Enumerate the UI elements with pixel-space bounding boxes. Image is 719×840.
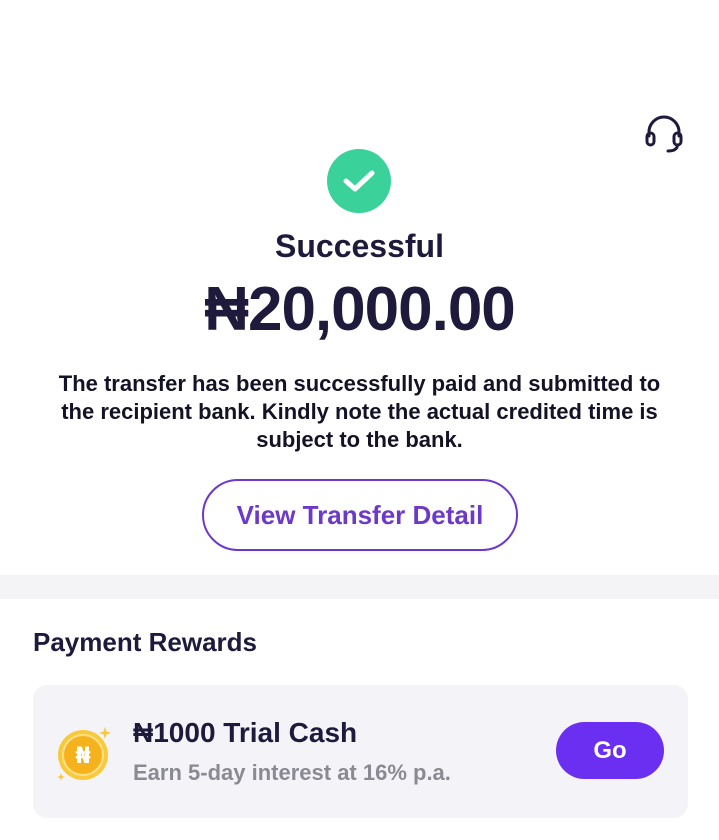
payment-rewards-heading: Payment Rewards [33,627,257,657]
checkmark-icon [343,170,375,192]
view-transfer-detail-button[interactable]: View Transfer Detail [202,479,518,551]
headset-icon [645,115,683,153]
status-message: The transfer has been successfully paid … [58,371,661,452]
reward-card[interactable]: ₦ ₦1000 Trial Cash Earn 5-day interest a… [33,685,688,818]
check-circle-icon [327,149,391,213]
naira-coin-icon: ₦ [57,727,111,781]
section-divider [0,575,719,599]
status-title: Successful [275,228,444,264]
customer-support-button[interactable] [644,112,684,154]
transfer-success-screen: Successful ₦20,000.00 The transfer has b… [0,0,719,840]
transfer-amount: ₦20,000.00 [204,275,516,344]
go-button[interactable]: Go [556,722,664,779]
coin-symbol: ₦ [75,744,90,769]
reward-subtitle: Earn 5-day interest at 16% p.a. [133,760,451,785]
reward-title: ₦1000 Trial Cash [133,717,358,748]
